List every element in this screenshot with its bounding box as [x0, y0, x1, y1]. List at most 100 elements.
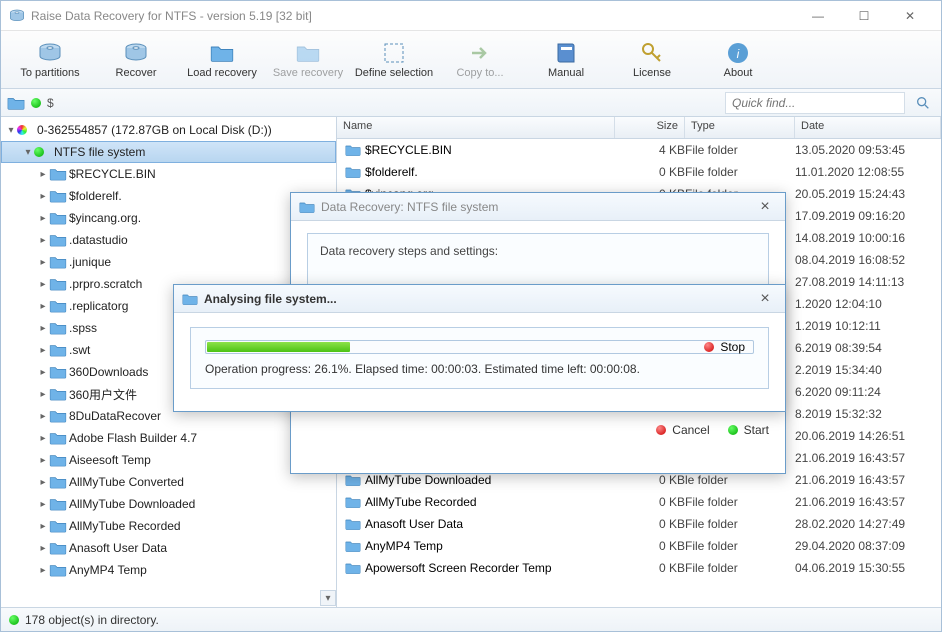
- file-row[interactable]: Apowersoft Screen Recorder Temp0 KBFile …: [337, 557, 941, 579]
- start-button[interactable]: Start: [728, 423, 769, 437]
- toolbar-define-button[interactable]: Define selection: [353, 35, 435, 85]
- tree-item-label: AllMyTube Converted: [67, 475, 184, 489]
- tree-expander-icon[interactable]: ▸: [37, 301, 49, 312]
- tree-item[interactable]: ▸ AnyMP4 Temp: [1, 559, 336, 581]
- file-size: 0 KB: [615, 539, 685, 553]
- tree-item-icon: [49, 254, 67, 270]
- toolbar-manual-button[interactable]: Manual: [525, 35, 607, 85]
- folder-icon: [345, 143, 361, 157]
- recovery-dialog-close[interactable]: ×: [753, 198, 777, 216]
- tree-expander-icon[interactable]: ▸: [37, 521, 49, 532]
- toolbar-partitions-button[interactable]: To partitions: [9, 35, 91, 85]
- status-text: 178 object(s) in directory.: [25, 613, 159, 627]
- progress-dialog: Analysing file system... × Stop Operatio…: [173, 284, 786, 412]
- tree-item-icon: [49, 408, 67, 424]
- tree-expander-icon[interactable]: ▸: [37, 169, 49, 180]
- tree-item-icon: [49, 232, 67, 248]
- tree-expander-icon[interactable]: ▸: [37, 543, 49, 554]
- progress-dialog-close[interactable]: ×: [753, 290, 777, 308]
- tree-item-label: AnyMP4 Temp: [67, 563, 147, 577]
- col-type-header[interactable]: Type: [685, 117, 795, 138]
- file-row[interactable]: Anasoft User Data0 KBFile folder28.02.20…: [337, 513, 941, 535]
- toolbar-label: License: [633, 67, 671, 79]
- close-button[interactable]: ✕: [887, 1, 933, 31]
- tree-expander-icon[interactable]: ▸: [37, 389, 49, 400]
- col-name-header[interactable]: Name: [337, 117, 615, 138]
- file-date: 08.04.2019 16:08:52: [795, 253, 941, 267]
- progress-dialog-titlebar[interactable]: Analysing file system... ×: [174, 285, 785, 313]
- toolbar-license-button[interactable]: License: [611, 35, 693, 85]
- col-size-header[interactable]: Size: [615, 117, 685, 138]
- tree-item-icon: [49, 342, 67, 358]
- file-size: 4 KB: [615, 143, 685, 157]
- file-row[interactable]: $folderelf.0 KBFile folder11.01.2020 12:…: [337, 161, 941, 183]
- file-type: File folder: [685, 561, 795, 575]
- toolbar-recover-button[interactable]: Recover: [95, 35, 177, 85]
- tree-item-icon: [49, 276, 67, 292]
- tree-expander-icon[interactable]: ▸: [37, 279, 49, 290]
- tree-item-label: .spss: [67, 321, 97, 335]
- stop-dot-icon: [704, 342, 714, 352]
- tree-item[interactable]: ▸Aiseesoft Temp: [1, 449, 336, 471]
- tree-expander-icon[interactable]: ▸: [37, 367, 49, 378]
- tree-item-icon: [49, 562, 67, 578]
- tree-item-icon: [49, 496, 67, 512]
- toolbar-load-button[interactable]: Load recovery: [181, 35, 263, 85]
- file-row[interactable]: AnyMP4 Temp0 KBFile folder29.04.2020 08:…: [337, 535, 941, 557]
- tree-expander-icon[interactable]: ▸: [37, 565, 49, 576]
- quick-find-input[interactable]: [725, 92, 905, 114]
- tree-expander-icon[interactable]: ▸: [37, 455, 49, 466]
- tree-expander-icon[interactable]: ▾: [5, 125, 17, 136]
- tree-item[interactable]: ▸$RECYCLE.BIN: [1, 163, 336, 185]
- tree-expander-icon[interactable]: ▸: [37, 411, 49, 422]
- tree-expander-icon[interactable]: ▸: [37, 433, 49, 444]
- tree-expander-icon[interactable]: ▸: [37, 323, 49, 334]
- tree-item[interactable]: ▸ Adobe Flash Builder 4.7: [1, 427, 336, 449]
- tree-scroll-down[interactable]: ▾: [320, 590, 336, 606]
- file-name: $RECYCLE.BIN: [365, 143, 452, 157]
- cancel-button[interactable]: Cancel: [656, 423, 709, 437]
- file-row[interactable]: $RECYCLE.BIN 4 KBFile folder13.05.2020 09…: [337, 139, 941, 161]
- file-type: File folder: [685, 539, 795, 553]
- progress-bar: Stop: [205, 340, 754, 354]
- file-type: File folder: [685, 143, 795, 157]
- file-date: 6.2019 08:39:54: [795, 341, 941, 355]
- tree-expander-icon[interactable]: ▸: [37, 345, 49, 356]
- stop-button[interactable]: Stop: [704, 340, 745, 354]
- tree-expander-icon[interactable]: ▸: [37, 235, 49, 246]
- status-ok-icon: [9, 615, 19, 625]
- tree-item[interactable]: ▸AllMyTube Downloaded: [1, 493, 336, 515]
- file-date: 21.06.2019 16:43:57: [795, 495, 941, 509]
- file-date: 13.05.2020 09:53:45: [795, 143, 941, 157]
- file-date: 28.02.2020 14:27:49: [795, 517, 941, 531]
- tree-expander-icon[interactable]: ▸: [37, 477, 49, 488]
- file-row[interactable]: AllMyTube Recorded0 KBFile folder21.06.2…: [337, 491, 941, 513]
- tree-expander-icon[interactable]: ▾: [22, 147, 34, 158]
- tree-expander-icon[interactable]: ▸: [37, 213, 49, 224]
- tree-item[interactable]: ▸$folderelf.: [1, 185, 336, 207]
- tree-item[interactable]: ▸ AllMyTube Converted: [1, 471, 336, 493]
- col-date-header[interactable]: Date: [795, 117, 941, 138]
- tree-item[interactable]: ▾0-362554857 (172.87GB on Local Disk (D:…: [1, 119, 336, 141]
- tree-expander-icon[interactable]: ▸: [37, 191, 49, 202]
- recovery-dialog-titlebar[interactable]: Data Recovery: NTFS file system ×: [291, 193, 785, 221]
- file-date: 1.2020 12:04:10: [795, 297, 941, 311]
- file-date: 20.05.2019 15:24:43: [795, 187, 941, 201]
- tree-expander-icon[interactable]: ▸: [37, 257, 49, 268]
- minimize-button[interactable]: —: [795, 1, 841, 31]
- window-title: Raise Data Recovery for NTFS - version 5…: [31, 9, 795, 23]
- toolbar-save-button: Save recovery: [267, 35, 349, 85]
- toolbar-about-button[interactable]: About: [697, 35, 779, 85]
- quick-find-button[interactable]: [911, 92, 935, 114]
- tree-item[interactable]: ▸.datastudio: [1, 229, 336, 251]
- tree-item-label: Adobe Flash Builder 4.7: [67, 431, 197, 445]
- tree-item[interactable]: ▸Anasoft User Data: [1, 537, 336, 559]
- tree-item[interactable]: ▾NTFS file system: [1, 141, 336, 163]
- tree-item[interactable]: ▸$yincang.org.: [1, 207, 336, 229]
- app-icon: [9, 8, 25, 24]
- maximize-button[interactable]: ☐: [841, 1, 887, 31]
- tree-expander-icon[interactable]: ▸: [37, 499, 49, 510]
- tree-item[interactable]: ▸.junique: [1, 251, 336, 273]
- tree-item-label: .swt: [67, 343, 90, 357]
- tree-item[interactable]: ▸AllMyTube Recorded: [1, 515, 336, 537]
